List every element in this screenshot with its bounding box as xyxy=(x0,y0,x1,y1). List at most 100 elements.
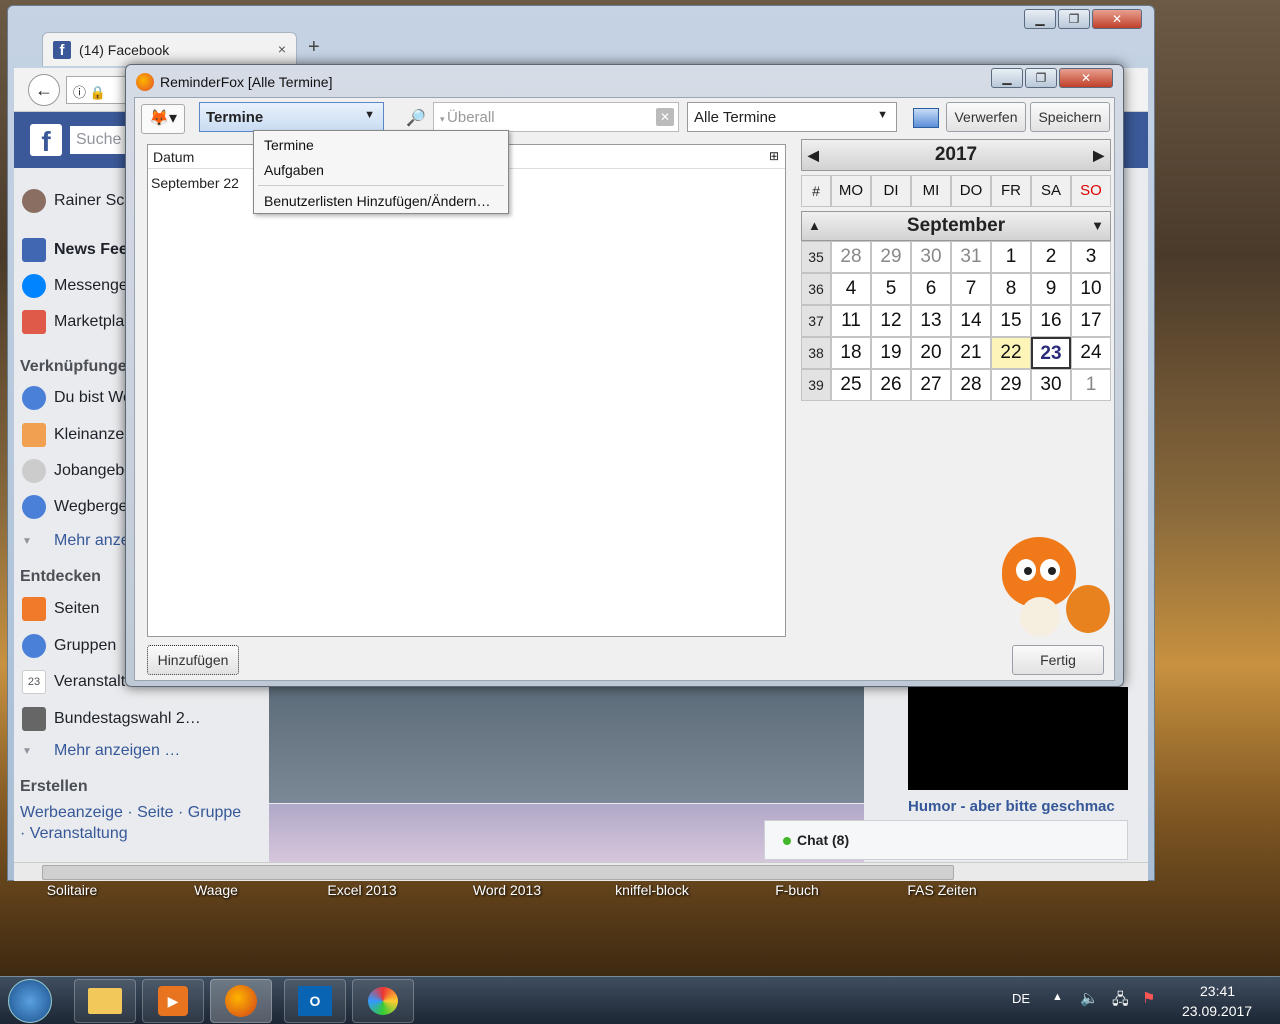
discover-item[interactable]: Bundestagswahl 2… xyxy=(22,706,201,732)
calendar-day[interactable]: 28 xyxy=(951,369,991,401)
calendar-day[interactable]: 19 xyxy=(871,337,911,369)
calendar-day[interactable]: 29 xyxy=(871,241,911,273)
feed-photo[interactable] xyxy=(269,687,864,803)
calendar-day[interactable]: 20 xyxy=(911,337,951,369)
calendar-day[interactable]: 11 xyxy=(831,305,871,337)
create-links[interactable]: Werbeanzeige · Seite · Gruppe xyxy=(20,804,241,822)
calendar-day[interactable]: 31 xyxy=(951,241,991,273)
calendar-day[interactable]: 30 xyxy=(911,241,951,273)
clear-search-icon[interactable]: ✕ xyxy=(656,108,674,126)
desktop-icon-label[interactable]: Excel 2013 xyxy=(292,882,432,898)
facebook-search-input[interactable]: Suche xyxy=(70,126,130,154)
minimize-button[interactable]: ▁ xyxy=(1024,9,1056,29)
profile-link[interactable]: Rainer Sch xyxy=(22,188,133,214)
calendar-day[interactable]: 16 xyxy=(1031,305,1071,337)
week-number[interactable]: 39 xyxy=(801,369,831,401)
back-button[interactable]: ← xyxy=(28,74,60,106)
close-window-button[interactable]: ✕ xyxy=(1092,9,1142,29)
discover-item[interactable]: Seiten xyxy=(22,596,99,622)
desktop-icon-label[interactable]: F-buch xyxy=(727,882,867,898)
menu-item-termine[interactable]: Termine xyxy=(264,137,314,153)
menu-item-edit-lists[interactable]: Benutzerlisten Hinzufügen/Ändern… xyxy=(264,193,490,209)
prev-month-icon[interactable]: ▲ xyxy=(808,212,821,240)
desktop-icon-label[interactable]: Solitaire xyxy=(2,882,142,898)
calendar-day[interactable]: 1 xyxy=(991,241,1031,273)
facebook-logo[interactable]: f xyxy=(30,124,62,157)
next-year-icon[interactable]: ▶ xyxy=(1093,140,1104,170)
calendar-day[interactable]: 26 xyxy=(871,369,911,401)
done-button[interactable]: Fertig xyxy=(1012,645,1104,675)
shortcut-item[interactable]: Wegberger xyxy=(22,494,133,520)
show-hidden-icons-icon[interactable]: ▲ xyxy=(1052,991,1063,1003)
show-more-link[interactable]: ▼ Mehr anzei xyxy=(22,528,133,554)
sidebar-item-messenger[interactable]: Messenger xyxy=(22,273,133,299)
desktop-icon-label[interactable]: kniffel-block xyxy=(582,882,722,898)
shortcut-item[interactable]: Kleinanzeig xyxy=(22,422,137,448)
calendar-day[interactable]: 10 xyxy=(1071,273,1111,305)
calendar-day[interactable]: 12 xyxy=(871,305,911,337)
desktop-icon-label[interactable]: Word 2013 xyxy=(437,882,577,898)
discover-item[interactable]: Gruppen xyxy=(22,633,116,659)
calendar-day[interactable]: 24 xyxy=(1071,337,1111,369)
week-number[interactable]: 37 xyxy=(801,305,831,337)
maximize-button[interactable]: ❐ xyxy=(1058,9,1090,29)
calendar-day[interactable]: 6 xyxy=(911,273,951,305)
calendar-day[interactable]: 1 xyxy=(1071,369,1111,401)
chat-bar[interactable]: Chat (8) xyxy=(764,820,1128,860)
close-dialog-button[interactable]: ✕ xyxy=(1059,68,1113,88)
week-number[interactable]: 35 xyxy=(801,241,831,273)
minimize-button[interactable]: ▁ xyxy=(991,68,1023,88)
save-button[interactable]: Speichern xyxy=(1030,102,1110,132)
network-icon[interactable]: 🖧 xyxy=(1112,989,1129,1014)
calendar-day[interactable]: 25 xyxy=(831,369,871,401)
calendar-day[interactable]: 14 xyxy=(951,305,991,337)
menu-item-aufgaben[interactable]: Aufgaben xyxy=(264,162,324,178)
calendar-day[interactable]: 30 xyxy=(1031,369,1071,401)
filter-select[interactable]: Alle Termine ▼ xyxy=(687,102,897,132)
next-month-icon[interactable]: ▼ xyxy=(1091,212,1104,240)
sponsored-title[interactable]: Humor - aber bitte geschmac xyxy=(908,798,1130,815)
create-links-2[interactable]: · Veranstaltung xyxy=(20,825,128,843)
list-item[interactable]: September 22 xyxy=(151,175,239,191)
explorer-taskbar-button[interactable] xyxy=(74,979,136,1023)
shortcut-item[interactable]: Jobangebo xyxy=(22,458,133,484)
week-number[interactable]: 38 xyxy=(801,337,831,369)
scrollbar-thumb[interactable] xyxy=(42,865,954,880)
calendar-day[interactable]: 2 xyxy=(1031,241,1071,273)
volume-icon[interactable]: 🔈 xyxy=(1080,989,1099,1007)
calendar-day[interactable]: 7 xyxy=(951,273,991,305)
firefox-taskbar-button[interactable] xyxy=(210,979,272,1023)
outlook-taskbar-button[interactable]: O xyxy=(284,979,346,1023)
fox-menu-button[interactable]: 🦊▾ xyxy=(141,104,185,134)
desktop-icon-label[interactable]: FAS Zeiten xyxy=(872,882,1012,898)
calendar-toggle-icon[interactable] xyxy=(913,108,939,128)
language-indicator[interactable]: DE xyxy=(1012,991,1030,1006)
calendar-day[interactable]: 17 xyxy=(1071,305,1111,337)
calendar-day[interactable]: 5 xyxy=(871,273,911,305)
horizontal-scrollbar[interactable] xyxy=(14,862,1148,881)
sidebar-item-news-feed[interactable]: News Feed xyxy=(22,237,138,263)
calendar-day[interactable]: 15 xyxy=(991,305,1031,337)
action-center-icon[interactable]: ⚑ xyxy=(1142,989,1155,1007)
clock-date[interactable]: 23.09.2017 xyxy=(1182,1003,1252,1019)
calendar-day[interactable]: 4 xyxy=(831,273,871,305)
url-bar[interactable]: ⓘ 🔒 xyxy=(66,76,126,104)
paint-taskbar-button[interactable] xyxy=(352,979,414,1023)
calendar-day[interactable]: 23 xyxy=(1031,337,1071,369)
shortcut-item[interactable]: Du bist We xyxy=(22,385,132,411)
calendar-day[interactable]: 3 xyxy=(1071,241,1111,273)
maximize-button[interactable]: ❐ xyxy=(1025,68,1057,88)
add-button[interactable]: Hinzufügen xyxy=(147,645,239,675)
calendar-day[interactable]: 28 xyxy=(831,241,871,273)
clock-time[interactable]: 23:41 xyxy=(1200,983,1235,999)
calendar-day[interactable]: 8 xyxy=(991,273,1031,305)
discover-item[interactable]: 23 Veranstaltu xyxy=(22,669,134,695)
calendar-day[interactable]: 21 xyxy=(951,337,991,369)
tab-facebook[interactable]: f (14) Facebook × xyxy=(42,32,297,66)
column-picker-icon[interactable]: ⊞ xyxy=(769,149,779,163)
calendar-day[interactable]: 13 xyxy=(911,305,951,337)
search-icon[interactable]: 🔎 xyxy=(406,108,426,128)
start-button[interactable] xyxy=(8,979,52,1023)
calendar-day[interactable]: 27 xyxy=(911,369,951,401)
calendar-day[interactable]: 9 xyxy=(1031,273,1071,305)
